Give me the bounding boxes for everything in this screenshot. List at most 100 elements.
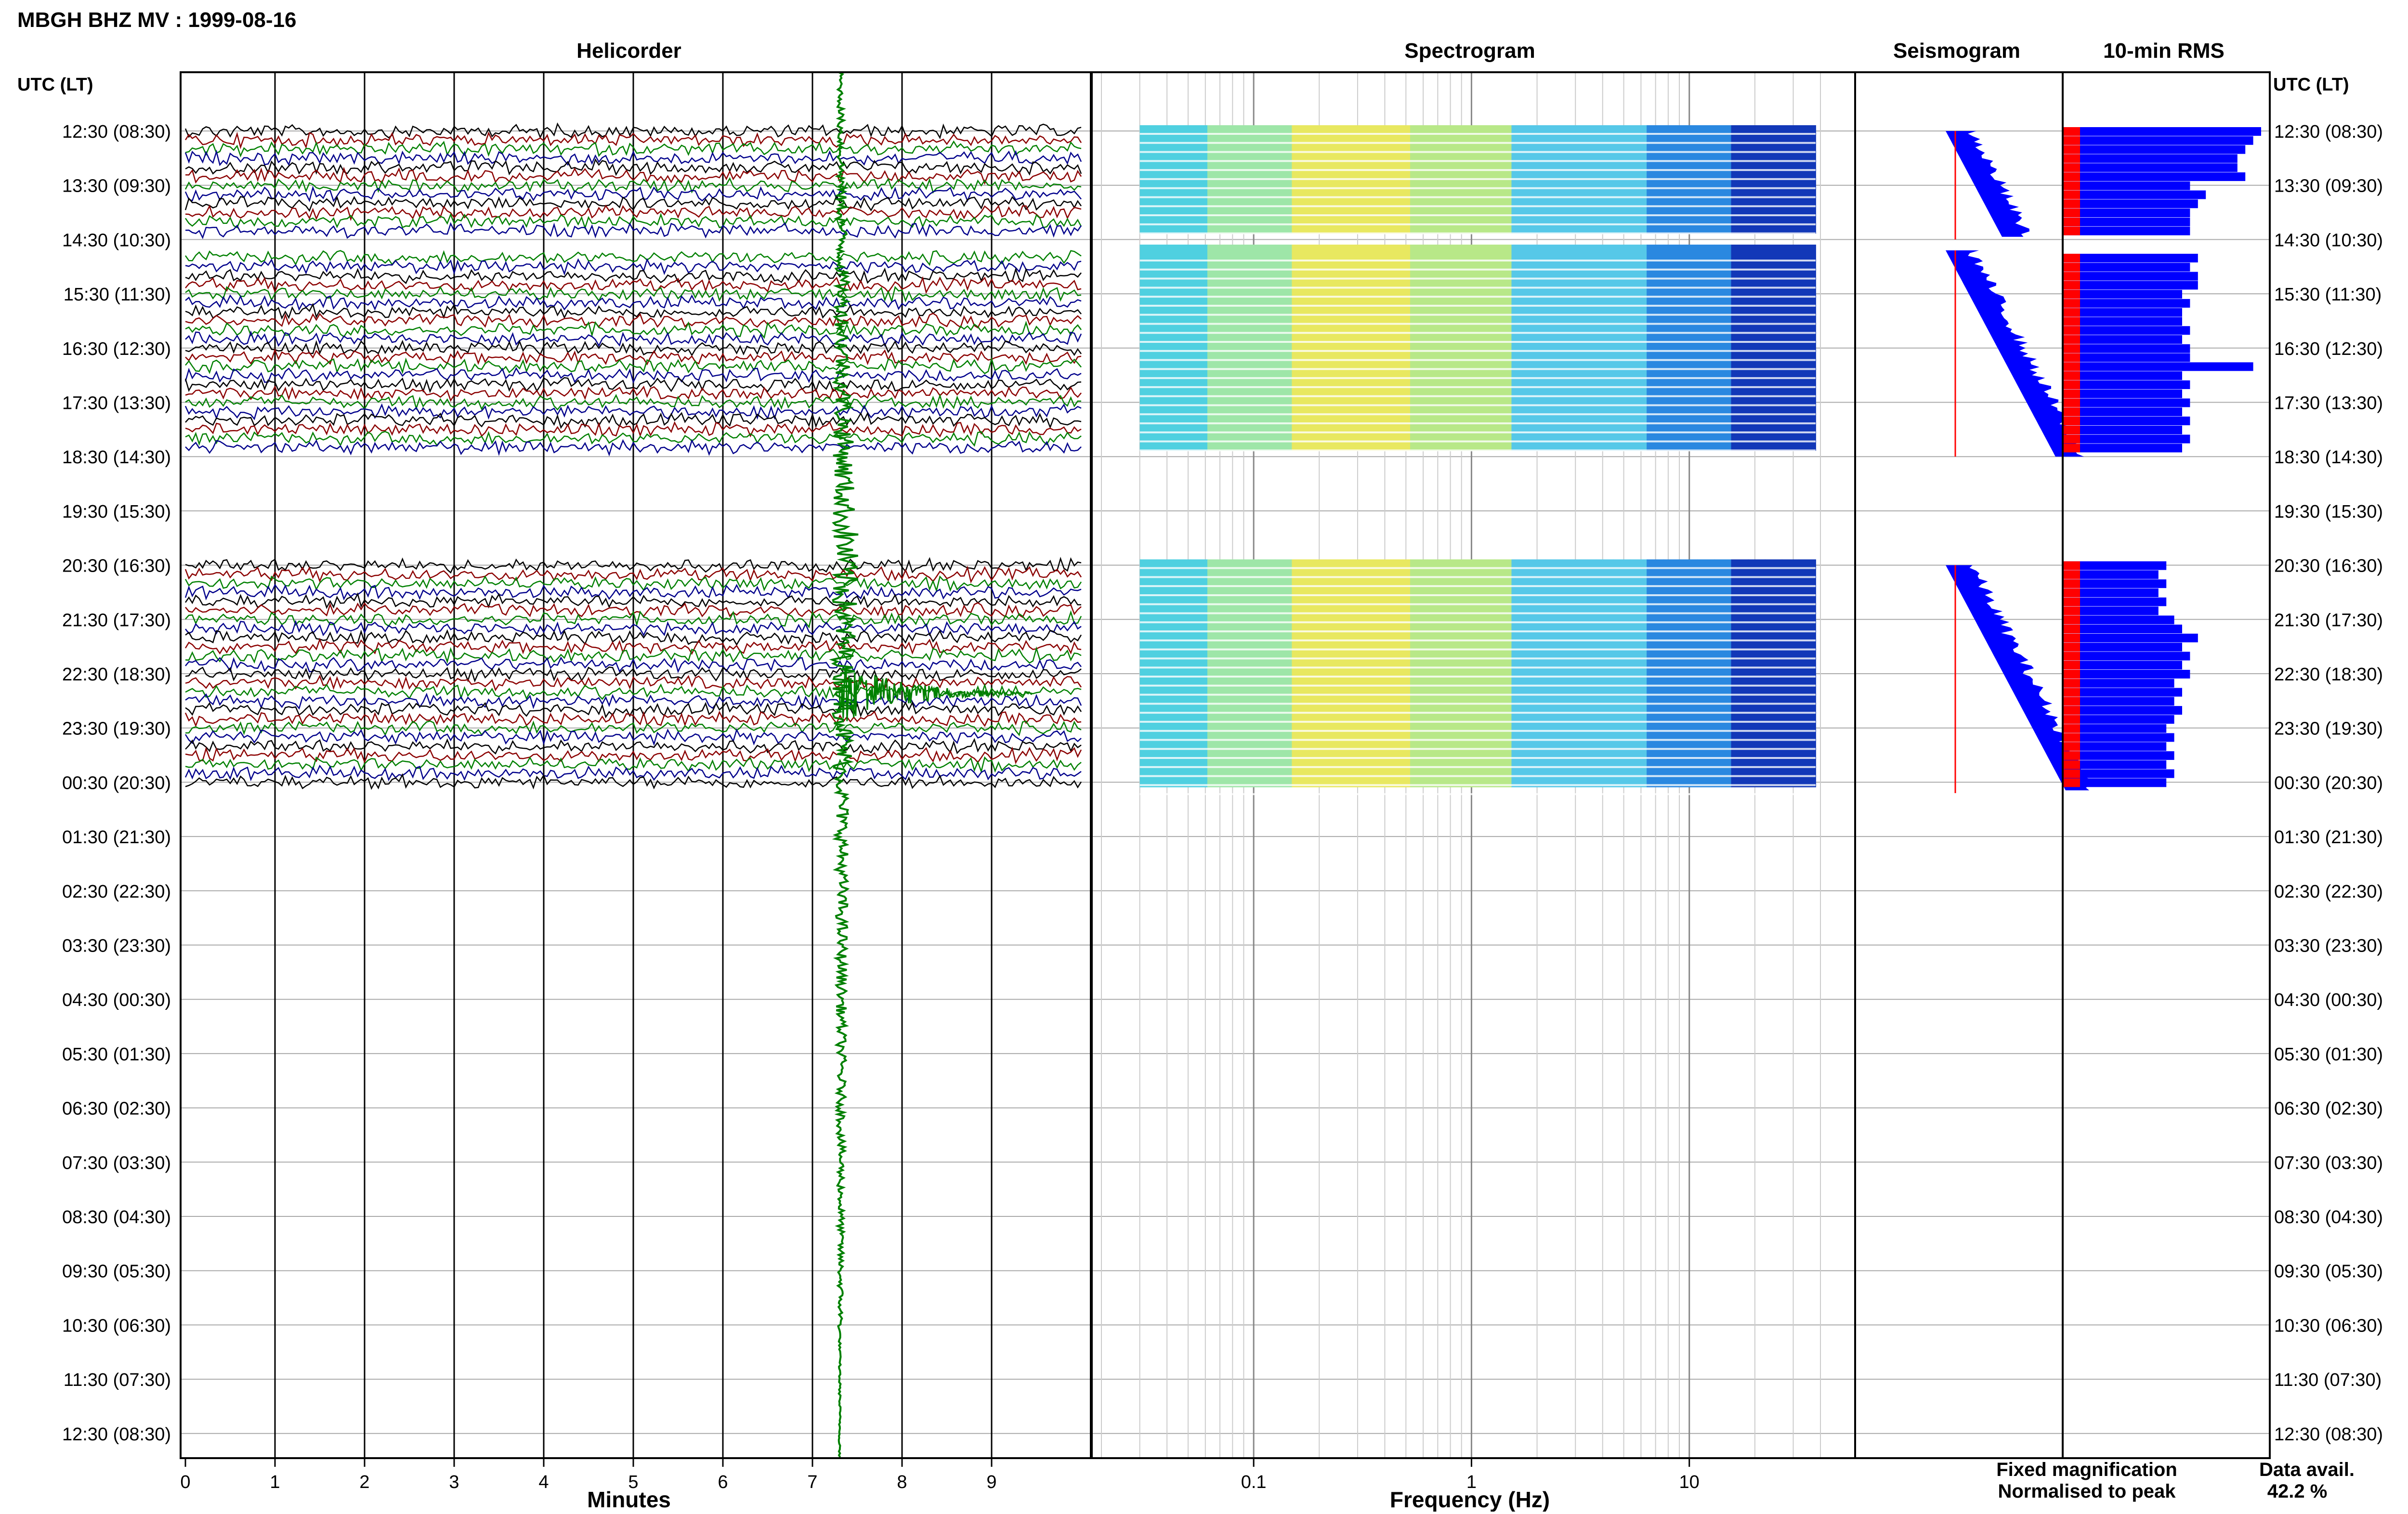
rms-bar [2064,407,2182,417]
frequency-axis-label: Frequency (Hz) [1390,1487,1550,1512]
rms-bar [2064,697,2174,706]
rms-bar [2064,715,2174,724]
rms-bar [2064,308,2182,317]
rms-bar [2064,434,2190,444]
rms-normalised-bar [2064,615,2080,625]
right-hour-label: 18:30 (14:30) [2274,447,2383,468]
spectrogram-band [1444,559,1462,787]
spectrogram-band [1190,244,1208,451]
left-hour-labels: 12:30 (08:30) 13:30 (09:30) 14:30 (10:30) 1… [62,122,171,1445]
rms-normalised-bar [2064,209,2080,218]
left-hour-label: 12:30 (08:30) [62,122,171,142]
right-hour-label: 17:30 (13:30) [2274,393,2383,414]
figure-title: MBGH BHZ MV : 1999-08-16 [17,8,296,32]
rms-bar [2064,706,2182,715]
spectrogram-band [1393,244,1411,451]
right-hour-label: 07:30 (03:30) [2274,1153,2383,1173]
left-hour-label: 20:30 (16:30) [62,556,171,576]
rms-normalised-bar [2064,706,2080,715]
spectrogram-band [1714,244,1732,451]
spectrogram-band [1511,244,1529,451]
rms-normalised-bar [2064,217,2080,226]
left-hour-label: 00:30 (20:30) [62,773,171,793]
spectrogram-band [1798,559,1816,787]
spectrogram-panel [1101,72,1821,1458]
rms-normalised-bar [2064,353,2080,362]
rms-bar [2064,417,2190,426]
rms-bar [2064,362,2253,371]
rms-normalised-bar [2064,444,2080,453]
spectrogram-band [1241,244,1259,451]
spectrogram-band [1697,244,1715,451]
rms-bar [2064,733,2174,742]
right-hour-labels: 12:30 (08:30) 13:30 (09:30) 14:30 (10:30) 1… [2274,122,2383,1445]
left-hour-label: 02:30 (22:30) [62,882,171,902]
data-avail-label: Data avail. [2259,1459,2355,1480]
spectrogram-band [1207,244,1225,451]
spectrogram-band [1663,244,1681,451]
rms-normalised-bar [2064,163,2080,172]
rms-normalised-bar [2064,606,2080,615]
spectrogram-band [1224,559,1242,787]
rms-normalised-bar [2064,181,2080,190]
rms-bar [2064,272,2198,281]
rms-bar [2064,371,2182,380]
left-hour-label: 18:30 (14:30) [62,447,171,468]
spectrogram-band [1376,559,1394,787]
right-axis-title: UTC (LT) [2273,75,2349,95]
spectrogram-band [1647,559,1664,787]
rms-bar [2064,326,2190,335]
rms-normalised-bar [2064,425,2080,434]
spectrogram-band [1545,244,1563,451]
rms-bar [2064,688,2182,697]
rms-normalised-bar [2064,145,2080,154]
left-hour-label: 17:30 (13:30) [62,393,171,414]
spectrogram-band [1342,244,1360,451]
rms-normalised-bar [2064,407,2080,417]
spectrogram-band [1207,559,1225,787]
rms-normalised-bar [2064,742,2080,751]
left-hour-label: 08:30 (04:30) [62,1207,171,1227]
rms-normalised-bar [2064,661,2080,670]
spectrogram-band [1781,559,1799,787]
spectrogram-band [1461,244,1479,451]
left-hour-label: 06:30 (02:30) [62,1099,171,1119]
spectrogram-band [1562,559,1580,787]
rms-bar [2064,199,2198,209]
freq-tick-label: 0.1 [1241,1472,1267,1492]
figure-svg: MBGH BHZ MV : 1999-08-16 Helicorder Spec… [17,8,2383,1512]
rms-normalised-bar [2064,688,2080,697]
spectrogram-band [1511,559,1529,787]
left-hour-label: 05:30 (01:30) [62,1044,171,1065]
rms-bar [2064,154,2238,163]
rms-normalised-bar [2064,127,2080,136]
rms-bar [2064,751,2174,760]
rms-normalised-bar [2064,733,2080,742]
rms-normalised-bar [2064,715,2080,724]
right-hour-label: 08:30 (04:30) [2274,1207,2383,1227]
spectrogram-band [1258,244,1276,451]
minute-tick-label: 0 [180,1472,190,1492]
right-hour-label: 23:30 (19:30) [2274,719,2383,739]
right-hour-label: 09:30 (05:30) [2274,1262,2383,1282]
minute-tick-label: 8 [897,1472,907,1492]
rms-bar [2064,652,2190,661]
rms-normalised-bar [2064,724,2080,733]
rms-normalised-bar [2064,136,2080,145]
minute-tick-label: 6 [718,1472,728,1492]
left-hour-label: 22:30 (18:30) [62,665,171,685]
rms-bar [2064,633,2198,642]
rms-normalised-bar [2064,389,2080,398]
spectrogram-band [1173,559,1191,787]
left-hour-label: 10:30 (06:30) [62,1316,171,1336]
left-hour-label: 19:30 (15:30) [62,502,171,522]
rms-bar [2064,380,2190,389]
rms-bar [2064,127,2261,136]
spectrogram-band [1410,559,1428,787]
left-hour-label: 13:30 (09:30) [62,176,171,196]
spectrogram-band [1190,559,1208,787]
left-hour-label: 04:30 (00:30) [62,990,171,1010]
rms-normalised-bar [2064,398,2080,407]
right-hour-label: 03:30 (23:30) [2274,936,2383,956]
rms-normalised-bar [2064,633,2080,642]
